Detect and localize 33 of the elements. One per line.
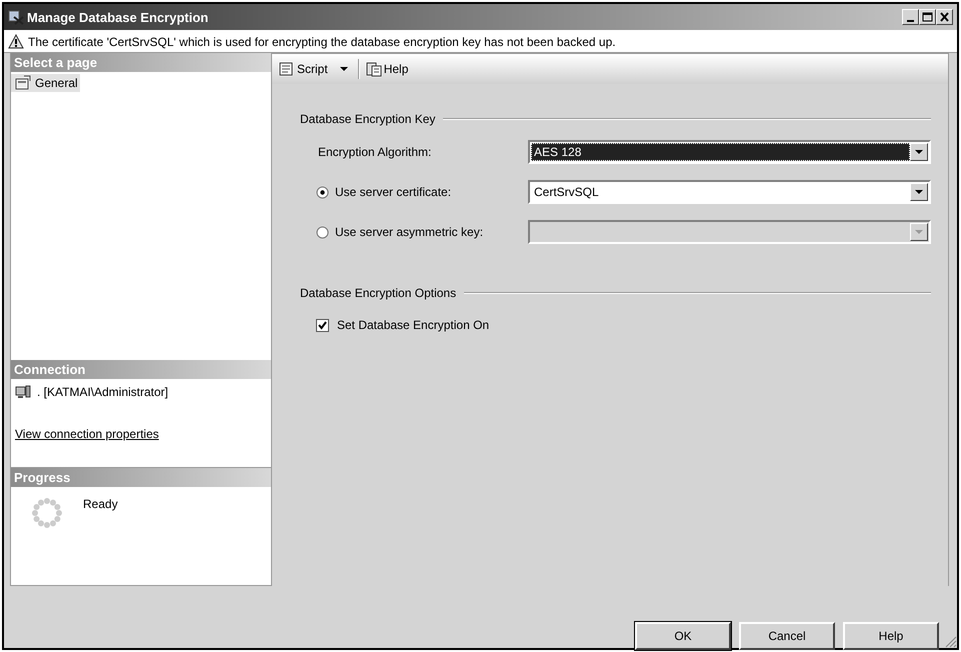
section-header: Select a page	[11, 53, 271, 72]
connection-name: . [KATMAI\Administrator]	[37, 385, 168, 399]
window-title: Manage Database Encryption	[27, 10, 208, 24]
checkbox[interactable]	[316, 318, 329, 332]
group-title: Database Encryption Options	[300, 286, 456, 300]
section-header: Progress	[11, 468, 271, 487]
page-item[interactable]: General	[11, 74, 80, 92]
dialog-button[interactable]: OK	[635, 622, 731, 650]
script-dropdown-button[interactable]: Script	[275, 60, 354, 78]
page-icon	[15, 75, 31, 91]
dropdown-field[interactable]: CertSrvSQL	[528, 180, 931, 204]
progress-status: Ready	[83, 497, 118, 511]
checkbox-label: Set Database Encryption On	[337, 318, 490, 332]
warning-message: The certificate 'CertSrvSQL' which is used for encrypting the database encryption key has not been backed up.	[28, 34, 616, 48]
scroll-icon	[277, 61, 295, 77]
connection-link[interactable]: View connection properties	[15, 427, 159, 441]
help-document-icon	[366, 61, 382, 77]
help-button[interactable]: Help	[364, 60, 410, 78]
dialog-button[interactable]: Help	[843, 622, 939, 650]
group-title: Database Encryption Key	[300, 112, 436, 126]
field-label: Use server certificate:	[335, 185, 452, 199]
close-icon[interactable]	[936, 9, 953, 25]
dropdown-field[interactable]: AES 128	[528, 140, 931, 164]
field-label: Use server asymmetric key:	[335, 225, 484, 239]
maximize-icon[interactable]	[919, 9, 936, 25]
progress-spinner-icon	[31, 497, 63, 529]
server-icon	[15, 385, 31, 399]
dialog-button[interactable]: Cancel	[739, 622, 835, 650]
section-header: Connection	[11, 360, 271, 379]
radio-button[interactable]	[316, 186, 329, 198]
warning-icon	[8, 34, 24, 49]
field-label: Encryption Algorithm:	[318, 145, 432, 159]
minimize-icon[interactable]	[902, 9, 919, 25]
